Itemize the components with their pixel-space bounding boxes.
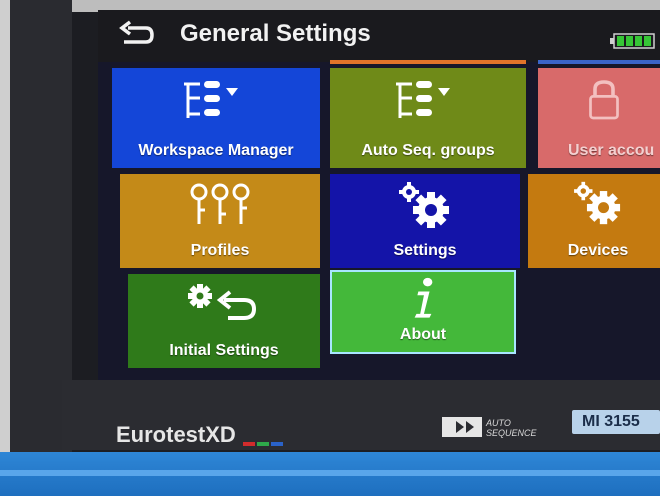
- tile-auto-seq-groups[interactable]: Auto Seq. groups: [330, 68, 526, 168]
- tile-profiles[interactable]: Profiles: [120, 174, 320, 268]
- tile-label: Settings: [393, 242, 457, 259]
- page-title: General Settings: [180, 20, 371, 47]
- tile-about[interactable]: About: [330, 270, 516, 354]
- auto-sequence-logo: AUTO SEQUENCE: [442, 417, 538, 438]
- tab-indicator: [538, 60, 660, 64]
- tile-user-accounts[interactable]: User accou: [538, 68, 660, 168]
- back-arrow-icon[interactable]: [118, 18, 158, 54]
- model-label: MI 3155: [572, 410, 660, 434]
- info-icon: [414, 277, 433, 318]
- color-dots: [243, 433, 285, 451]
- lock-icon: [589, 80, 619, 120]
- screen: General Settings Workspace Manager Auto …: [98, 10, 660, 380]
- tree-list-icon: [184, 81, 238, 118]
- title-bar: General Settings: [98, 10, 660, 62]
- tile-settings[interactable]: Settings: [330, 174, 520, 268]
- gears-icon: [574, 181, 621, 225]
- tile-devices[interactable]: Devices: [528, 174, 660, 268]
- brand-label: EurotestXD: [116, 422, 236, 447]
- device-frame-bottom: [0, 452, 660, 496]
- battery-icon: [610, 33, 655, 49]
- tile-label: About: [399, 326, 447, 343]
- tile-label: Devices: [567, 242, 629, 259]
- tile-initial-settings[interactable]: Initial Settings: [128, 274, 320, 368]
- tree-list-icon: [396, 81, 450, 118]
- tile-workspace-manager[interactable]: Workspace Manager: [112, 68, 320, 168]
- tab-indicator: [330, 60, 526, 64]
- tile-label: Profiles: [190, 242, 250, 259]
- tile-label: Initial Settings: [169, 342, 279, 359]
- tile-label: Workspace Manager: [138, 142, 294, 159]
- tile-label: Auto Seq. groups: [361, 142, 495, 159]
- gears-icon: [399, 182, 449, 228]
- profiles-icon: [190, 183, 250, 224]
- gear-return-icon: [188, 284, 257, 320]
- tile-label: User accou: [568, 142, 655, 159]
- autoseq-line2: SEQUENCE: [486, 428, 538, 438]
- autoseq-line1: AUTO: [485, 418, 511, 428]
